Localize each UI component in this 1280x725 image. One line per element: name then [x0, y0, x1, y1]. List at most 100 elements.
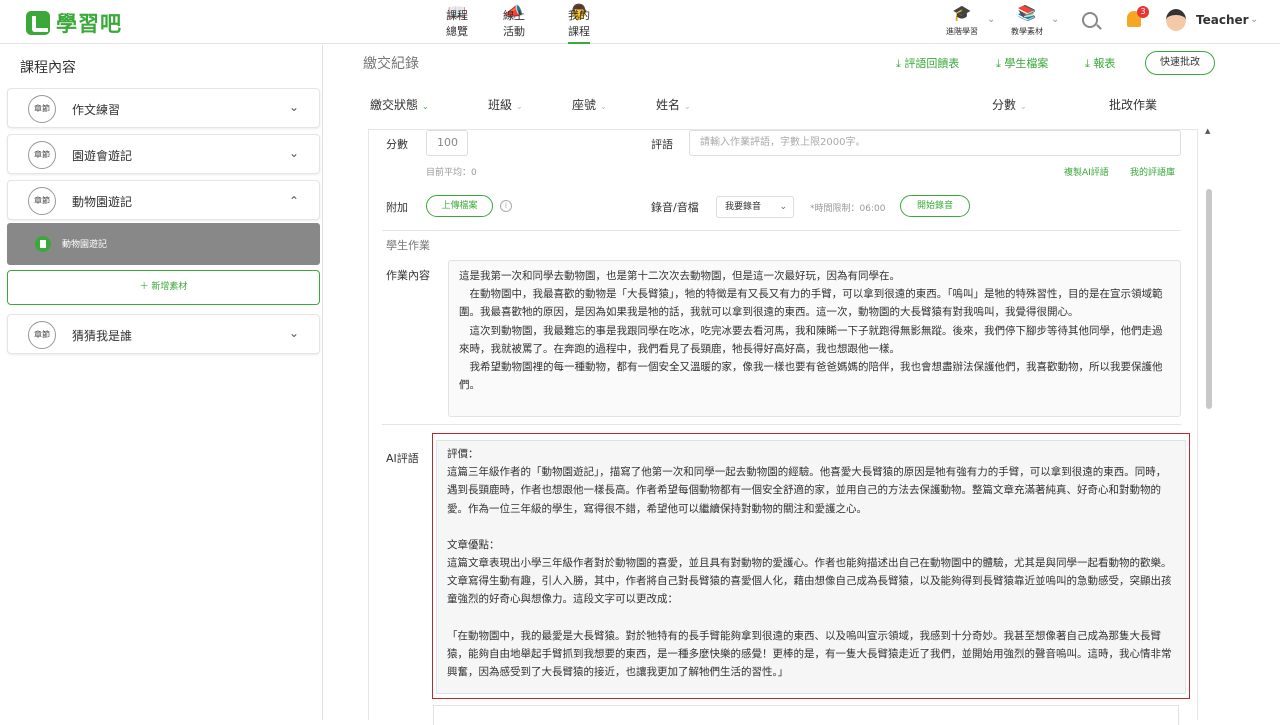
start-recording-button[interactable]: 開始錄音 [900, 195, 970, 217]
ai-rewrite: 「在動物園中，我的最愛是大長臂猿。對於牠特有的長手臂能夠拿到很遠的東西、以及嗚叫… [447, 629, 1172, 679]
attach-label: 附加 [386, 201, 408, 214]
chevron-down-icon: ⌄ [422, 102, 429, 111]
chapter-item[interactable]: 章節 猜猜我是誰 ⌄ [7, 314, 320, 354]
avatar[interactable] [1166, 9, 1186, 31]
chapter-title: 園遊會遊記 [72, 149, 133, 163]
chevron-down-icon[interactable]: ⌄ [289, 100, 299, 114]
library-icon: 📚 [1017, 4, 1037, 22]
scrollbar-thumb[interactable] [1206, 189, 1212, 409]
audio-select[interactable]: 我要錄音 ⌄ [716, 196, 794, 218]
chapter-item[interactable]: 章節 作文練習 ⌄ [7, 88, 320, 128]
score-input[interactable]: 100 [426, 130, 468, 156]
sidebar-title: 課程內容 [20, 60, 76, 76]
nav-my-courses[interactable]: 👨 我的課程 [568, 3, 590, 44]
brand-name: 學習吧 [56, 12, 122, 36]
student-work-title: 學生作業 [386, 239, 430, 252]
report-link[interactable]: ⤓ 報表 [1085, 55, 1115, 71]
grading-panel: 分數 100 評語 請輸入作業評語，字數上限2000字。 目前平均：0 複製AI… [368, 129, 1198, 720]
column-header[interactable]: 繳交狀態 ⌄ [370, 96, 429, 113]
chevron-down-icon[interactable]: ⌄ [987, 14, 995, 25]
column-header[interactable]: 座號 ⌄ [572, 96, 607, 113]
graduation-cap-icon: 🎓 [952, 4, 972, 22]
select-value: 我要錄音 [725, 202, 762, 212]
user-name[interactable]: Teacher [1196, 13, 1249, 27]
ai-eval-title: 評價： [447, 448, 479, 460]
column-label: 座號 [572, 98, 597, 112]
chevron-down-icon[interactable]: ⌄ [1051, 14, 1059, 25]
chapter-badge: 章節 [28, 141, 56, 169]
average-score: 目前平均：0 [426, 168, 477, 178]
logo-icon [26, 11, 50, 35]
essay-paragraph: 這次到動物園，我最難忘的事是我跟同學在吃冰，吃完冰要去看河馬，我和陳睎一下子就跑… [459, 324, 1163, 355]
sidebar-sub-item[interactable]: 動物園遊記 [7, 223, 320, 265]
chevron-down-icon[interactable]: ⌄ [289, 326, 299, 340]
chapter-item[interactable]: 章節 動物園遊記 ⌃ [7, 180, 320, 220]
ai-merit-title: 文章優點： [447, 538, 500, 551]
column-label: 繳交狀態 [370, 98, 419, 112]
comment-input[interactable]: 請輸入作業評語，字數上限2000字。 [689, 130, 1181, 156]
comment-label: 評語 [651, 138, 673, 151]
brand-logo[interactable]: 學習吧 [26, 8, 122, 38]
nav-advanced-learning[interactable]: 🎓 進階學習 [946, 4, 978, 37]
nav-label: 教學素材 [1011, 27, 1043, 36]
ai-comment-label: AI評語 [386, 452, 419, 465]
upload-file-button[interactable]: 上傳檔案 [426, 195, 493, 217]
ai-comment-highlight: 評價： 這篇三年級作者的「動物園遊記」，描寫了他第一次和同學一起去動物園的經驗。… [432, 433, 1190, 699]
ai-merit-text: 這篇文章表現出小學三年級作者對於動物園的喜愛，並且具有對動物的愛護心。作者也能夠… [447, 557, 1172, 606]
add-material-button[interactable]: ＋ 新增素材 [7, 270, 320, 305]
nav-label: 課程總覽 [446, 9, 468, 38]
chapter-badge: 章節 [28, 95, 56, 123]
essay-paragraph: 這是我第一次和同學去動物園，也是第十二次次去動物園，但是這一次最好玩，因為有同學… [459, 270, 900, 282]
ai-comment-content[interactable]: 評價： 這篇三年級作者的「動物園遊記」，描寫了他第一次和同學一起去動物園的經驗。… [436, 440, 1186, 694]
content-label: 作業內容 [386, 269, 430, 282]
chapter-title: 作文練習 [72, 103, 121, 117]
my-comment-library-link[interactable]: 我的評語庫 [1130, 165, 1175, 178]
chevron-up-icon[interactable]: ⌃ [289, 194, 299, 208]
essay-paragraph: 在動物園中，我最喜歡的動物是「大長臂猿」，牠的特徵是有又長又有力的手臂，可以拿到… [459, 288, 1163, 319]
nav-teaching-materials[interactable]: 📚 教學素材 [1011, 4, 1043, 37]
chevron-down-icon: ⌄ [779, 202, 787, 212]
column-header: 批改作業 [1109, 98, 1158, 112]
essay-paragraph: 我希望動物園裡的每一種動物，都有一個安全又溫暖的家，像我一樣也要有爸爸媽媽的陪伴… [459, 361, 1163, 392]
link-label: 評語回饋表 [904, 57, 960, 70]
feedback-table-link[interactable]: ⤓ 評語回饋表 [896, 55, 959, 71]
column-label: 姓名 [656, 98, 681, 112]
copy-ai-comment-link[interactable]: 複製AI評語 [1064, 165, 1109, 178]
chapter-title: 猜猜我是誰 [72, 329, 133, 343]
chapter-title: 動物園遊記 [72, 195, 133, 209]
page-title: 繳交紀錄 [363, 56, 419, 72]
main-area: 繳交紀錄 ⤓ 評語回饋表 ⤓ 學生檔案 ⤓ 報表 快速批改 繳交狀態 ⌄ 班級 ⌄ … [345, 45, 1280, 725]
nav-label: 線上活動 [503, 9, 525, 38]
next-input-box [433, 705, 1179, 725]
chevron-down-icon: ⌄ [600, 102, 607, 111]
nav-online-activity[interactable]: 📣 線上活動 [503, 3, 525, 38]
sub-item-label: 動物園遊記 [62, 240, 108, 250]
divider [382, 424, 1181, 425]
column-header[interactable]: 分數 ⌄ [992, 96, 1027, 113]
column-header[interactable]: 姓名 ⌄ [656, 96, 691, 113]
sidebar: 課程內容 章節 作文練習 ⌄ 章節 園遊會遊記 ⌄ 章節 動物園遊記 ⌃ 動物園… [0, 45, 323, 720]
chevron-down-icon: ⌄ [516, 102, 523, 111]
chapter-item[interactable]: 章節 園遊會遊記 ⌄ [7, 134, 320, 174]
column-header[interactable]: 班級 ⌄ [488, 96, 523, 113]
essay-content: 這是我第一次和同學去動物園，也是第十二次次去動物園，但是這一次最好玩，因為有同學… [448, 260, 1181, 417]
search-icon[interactable] [1082, 12, 1098, 28]
score-label: 分數 [386, 138, 408, 151]
nav-course-overview[interactable]: 📖 課程總覽 [446, 3, 468, 38]
chapter-badge: 章節 [28, 321, 56, 349]
chapter-badge: 章節 [28, 187, 56, 215]
student-file-link[interactable]: ⤓ 學生檔案 [996, 55, 1048, 71]
nav-label: 我的課程 [568, 9, 590, 38]
quick-grade-button[interactable]: 快速批改 [1145, 51, 1215, 75]
audio-label: 錄音/音檔 [651, 201, 699, 214]
document-icon [35, 236, 51, 252]
info-icon[interactable]: i [500, 200, 512, 212]
divider [382, 230, 1181, 231]
chevron-down-icon[interactable]: ⌄ [1250, 14, 1258, 25]
column-label: 班級 [488, 98, 513, 112]
nav-label: 進階學習 [946, 27, 978, 36]
scroll-up-icon[interactable]: ▲ [1205, 127, 1210, 135]
scrollbar[interactable]: ▲ [1204, 127, 1214, 720]
chevron-down-icon[interactable]: ⌄ [289, 146, 299, 160]
link-label: 報表 [1093, 57, 1116, 70]
